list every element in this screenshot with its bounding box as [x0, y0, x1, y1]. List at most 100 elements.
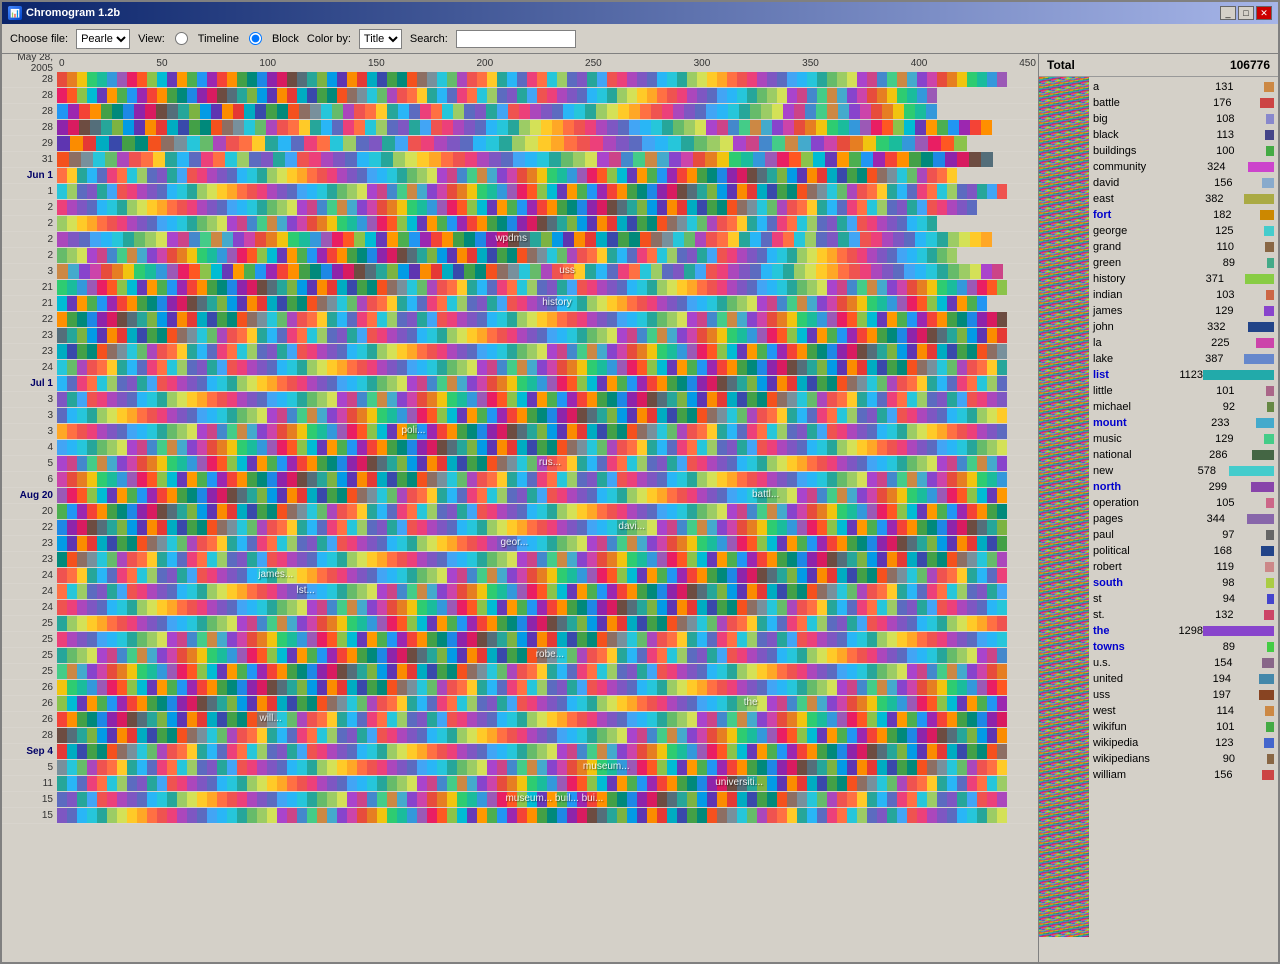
color-segment: [727, 280, 737, 295]
legend-word[interactable]: david: [1093, 177, 1163, 189]
legend-word[interactable]: united: [1093, 673, 1163, 685]
legend-word[interactable]: big: [1093, 113, 1163, 125]
color-segment: [737, 552, 747, 567]
color-segment: [597, 616, 607, 631]
color-segment: [837, 328, 847, 343]
color-segment: [887, 312, 897, 327]
legend-word[interactable]: music: [1093, 433, 1163, 445]
legend-word[interactable]: the: [1093, 625, 1163, 637]
color-segment: [327, 200, 337, 215]
legend-word[interactable]: michael: [1093, 401, 1163, 413]
choose-file-label: Choose file:: [10, 33, 68, 45]
search-input[interactable]: [456, 30, 576, 48]
file-select[interactable]: Pearle: [76, 29, 130, 49]
color-segment: [147, 600, 157, 615]
close-button[interactable]: ✕: [1256, 6, 1272, 20]
legend-word[interactable]: national: [1093, 449, 1163, 461]
timeline-radio[interactable]: [175, 32, 188, 45]
legend-word[interactable]: operation: [1093, 497, 1163, 509]
legend-word[interactable]: buildings: [1093, 145, 1163, 157]
color-segment: [117, 392, 127, 407]
color-segment: [397, 616, 407, 631]
color-segment: [57, 520, 67, 535]
color-segment: [177, 792, 187, 807]
legend-word[interactable]: la: [1093, 337, 1163, 349]
color-segment: [337, 808, 347, 823]
legend-word[interactable]: east: [1093, 193, 1163, 205]
color-segment: [327, 488, 337, 503]
color-segment: [517, 248, 527, 263]
legend-word[interactable]: wikipedia: [1093, 737, 1163, 749]
color-segment: [997, 696, 1007, 711]
color-segment: [937, 632, 947, 647]
legend-word[interactable]: paul: [1093, 529, 1163, 541]
legend-word[interactable]: mount: [1093, 417, 1163, 429]
legend-word[interactable]: south: [1093, 577, 1163, 589]
color-segment: [117, 728, 127, 743]
color-segment: [807, 424, 817, 439]
legend-word[interactable]: political: [1093, 545, 1163, 557]
color-segment: [987, 600, 997, 615]
legend-word[interactable]: towns: [1093, 641, 1163, 653]
legend-word[interactable]: uss: [1093, 689, 1163, 701]
legend-word[interactable]: little: [1093, 385, 1163, 397]
legend-word[interactable]: william: [1093, 769, 1163, 781]
legend-word[interactable]: james: [1093, 305, 1163, 317]
color-segment: [487, 504, 497, 519]
legend-word[interactable]: list: [1093, 369, 1163, 381]
color-segment: [277, 808, 287, 823]
color-segment: [837, 280, 847, 295]
legend-word[interactable]: new: [1093, 465, 1163, 477]
color-segment: [577, 72, 587, 87]
color-segment: [57, 168, 67, 183]
color-segment: [97, 72, 107, 87]
color-segment: [457, 296, 467, 311]
legend-word[interactable]: john: [1093, 321, 1163, 333]
block-radio[interactable]: [249, 32, 262, 45]
color-segment: [777, 328, 787, 343]
color-segment: [517, 168, 527, 183]
color-segment: [247, 344, 257, 359]
legend-word[interactable]: pages: [1093, 513, 1163, 525]
legend-word[interactable]: a: [1093, 81, 1163, 93]
color-segment: [127, 536, 137, 551]
color-segment: [307, 600, 317, 615]
color-segment: [257, 664, 267, 679]
legend-word[interactable]: black: [1093, 129, 1163, 141]
color-segment: [217, 680, 227, 695]
legend-word[interactable]: u.s.: [1093, 657, 1163, 669]
color-segment: [657, 152, 669, 167]
legend-word[interactable]: st: [1093, 593, 1163, 605]
maximize-button[interactable]: □: [1238, 6, 1254, 20]
legend-word[interactable]: green: [1093, 257, 1163, 269]
legend-word[interactable]: robert: [1093, 561, 1163, 573]
legend-word[interactable]: fort: [1093, 209, 1163, 221]
color-segment: [201, 152, 213, 167]
legend-word[interactable]: north: [1093, 481, 1163, 493]
color-segment: [377, 72, 387, 87]
color-segment: [237, 456, 247, 471]
color-segment: [887, 72, 897, 87]
minimize-button[interactable]: _: [1220, 6, 1236, 20]
color-segment: [369, 136, 382, 151]
legend-word[interactable]: west: [1093, 705, 1163, 717]
color-segment: [187, 360, 197, 375]
color-segment: [57, 808, 67, 823]
legend-word[interactable]: battle: [1093, 97, 1163, 109]
legend-word[interactable]: indian: [1093, 289, 1163, 301]
legend-word[interactable]: wikifun: [1093, 721, 1163, 733]
legend-word[interactable]: grand: [1093, 241, 1163, 253]
legend-word[interactable]: wikipedians: [1093, 753, 1163, 765]
legend-bar: [1267, 258, 1274, 268]
color-segment: [757, 776, 767, 791]
legend-word[interactable]: lake: [1093, 353, 1163, 365]
legend-word[interactable]: george: [1093, 225, 1163, 237]
color-segment: [547, 88, 557, 103]
color-segment: [187, 616, 197, 631]
color-segment: [187, 408, 197, 423]
color-by-select[interactable]: Title: [359, 29, 402, 49]
legend-word[interactable]: st.: [1093, 609, 1163, 621]
legend-word[interactable]: community: [1093, 161, 1163, 173]
color-segment: [717, 200, 727, 215]
legend-word[interactable]: history: [1093, 273, 1163, 285]
